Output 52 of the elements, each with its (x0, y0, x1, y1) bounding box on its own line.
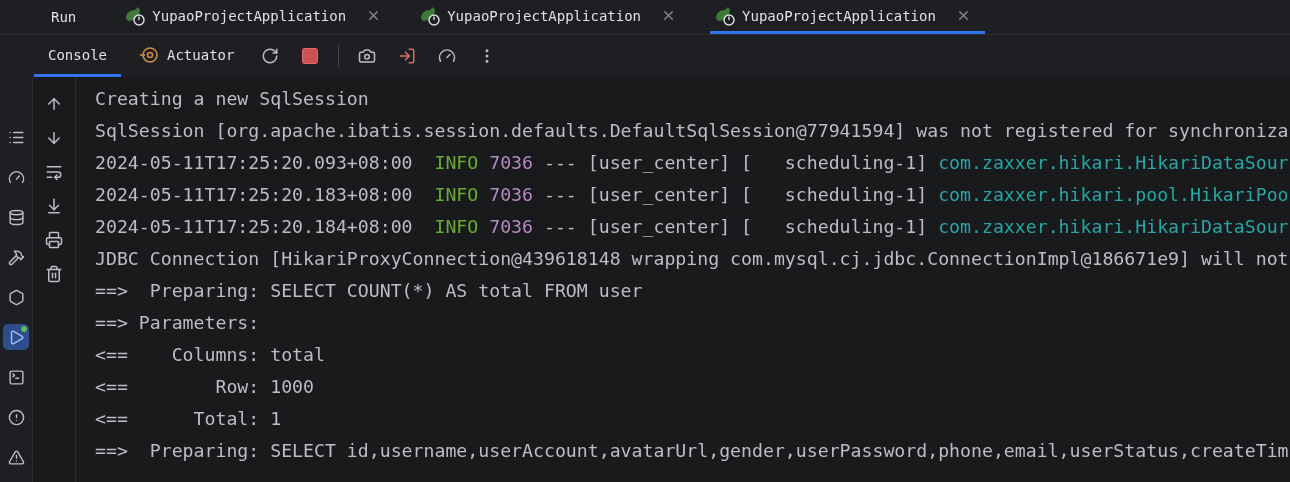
log-text: 2024-05-11T17:25:20.093+08:00 (95, 152, 414, 173)
run-tab[interactable]: YupaoProjectApplication (415, 0, 691, 34)
log-text: --- [user_center] [ scheduling-1] (542, 216, 929, 237)
enter-icon[interactable] (398, 47, 417, 65)
target-icon (139, 44, 159, 65)
spring-app-icon (124, 5, 147, 26)
rerun-icon[interactable] (261, 47, 280, 65)
trash-icon[interactable] (45, 265, 63, 283)
hexagon-icon (7, 288, 25, 306)
log-text: 2024-05-11T17:25:20.184+08:00 (95, 216, 414, 237)
log-text: <== Row: 1000 (95, 376, 314, 397)
database-icon (7, 208, 25, 226)
camera-icon[interactable] (358, 47, 377, 65)
logger-name: com.zaxxer.hikari.HikariDataSour (938, 216, 1289, 237)
run-tab[interactable]: YupaoProjectApplication (710, 0, 985, 34)
logger-name: com.zaxxer.hikari.pool.HikariPoo (938, 184, 1289, 205)
log-text: JDBC Connection [HikariProxyConnection@439618148 wrapping com.mysql.cj.jdbc.ConnectionImpl@186671e9] will not (95, 248, 1289, 269)
log-text: --- [user_center] [ scheduling-1] (542, 184, 929, 205)
log-level: INFO (434, 152, 479, 173)
log-text: <== Total: 1 (95, 408, 282, 429)
gauge-icon (7, 168, 25, 186)
warning-icon (7, 448, 25, 466)
log-text: ==> Parameters: (95, 312, 260, 333)
alert-circle-icon (7, 408, 25, 426)
status-dot (21, 326, 27, 332)
terminal-icon (7, 368, 25, 386)
gauge-icon[interactable] (438, 47, 457, 65)
log-text: SqlSession [org.apache.ibatis.session.defaults.DefaultSqlSession@77941594] was not registered for synchroniza (95, 120, 1289, 141)
log-text: 2024-05-11T17:25:20.183+08:00 (95, 184, 414, 205)
soft-wrap-icon[interactable] (45, 163, 63, 181)
hammer-icon (7, 248, 25, 266)
process-id: 7036 (488, 184, 533, 205)
panel-title: Run (50, 8, 78, 27)
stop-icon[interactable] (302, 48, 319, 64)
printer-icon[interactable] (45, 231, 63, 249)
log-text: ==> Preparing: SELECT id,username,userAccount,avatarUrl,gender,userPassword,phone,email,userStatus,createTim (95, 440, 1289, 461)
process-id: 7036 (488, 216, 533, 237)
log-text: <== Columns: total (95, 344, 325, 365)
spring-app-icon (419, 5, 442, 26)
console-tab[interactable]: Actuator (125, 35, 249, 77)
logger-name: com.zaxxer.hikari.HikariDataSour (938, 152, 1289, 173)
run-tab[interactable]: YupaoProjectApplication (120, 0, 396, 34)
log-level: INFO (434, 216, 479, 237)
scroll-to-end-icon[interactable] (45, 197, 63, 215)
arrow-down-icon[interactable] (45, 129, 63, 147)
log-text: Creating a new SqlSession (95, 88, 369, 109)
process-id: 7036 (488, 152, 533, 173)
spring-app-icon (714, 5, 737, 26)
log-level: INFO (434, 184, 479, 205)
tool-window-button[interactable] (3, 324, 29, 350)
log-text: --- [user_center] [ scheduling-1] (542, 152, 929, 173)
log-text: ==> Preparing: SELECT COUNT(*) AS total FROM user (95, 280, 643, 301)
